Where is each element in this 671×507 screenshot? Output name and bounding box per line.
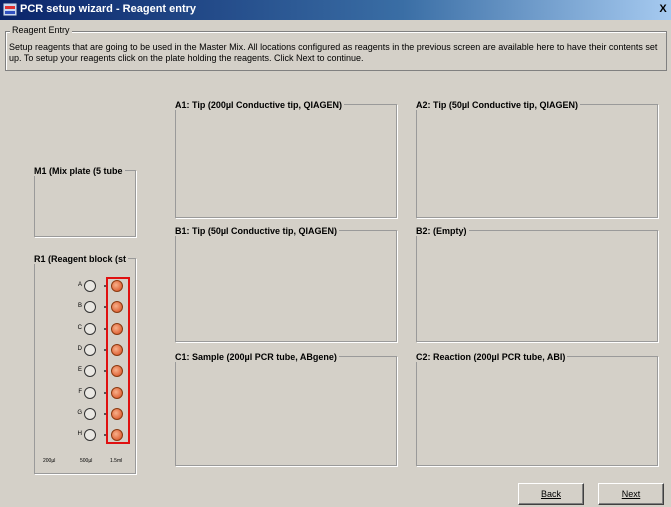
b1-panel[interactable]: B1: Tip (50µl Conductive tip, QIAGEN) bbox=[175, 226, 397, 342]
back-button-label: Back bbox=[540, 489, 561, 499]
well-g-1-5ml[interactable] bbox=[111, 407, 123, 420]
row-label-c: C bbox=[77, 324, 82, 331]
row-label-b: B bbox=[77, 303, 82, 310]
column-label: 500µl bbox=[80, 458, 93, 464]
well-d-500ul[interactable] bbox=[84, 343, 96, 356]
well-g-500ul[interactable] bbox=[84, 407, 96, 420]
row-label-g: G bbox=[77, 409, 82, 416]
close-icon[interactable]: X bbox=[656, 2, 670, 17]
c1-panel-label: C1: Sample (200µl PCR tube, ABgene) bbox=[175, 352, 339, 362]
b1-panel-label: B1: Tip (50µl Conductive tip, QIAGEN) bbox=[175, 226, 340, 236]
next-button-label: Next bbox=[621, 489, 641, 499]
r1-panel-label: R1 (Reagent block (st bbox=[34, 254, 129, 264]
well-marker bbox=[104, 391, 106, 394]
c1-panel[interactable]: C1: Sample (200µl PCR tube, ABgene) bbox=[175, 352, 397, 466]
window-title: PCR setup wizard - Reagent entry bbox=[20, 3, 197, 15]
well-marker bbox=[104, 327, 106, 330]
m1-panel[interactable]: M1 (Mix plate (5 tube bbox=[34, 166, 136, 237]
next-button[interactable]: Next bbox=[598, 483, 664, 505]
c2-panel-label: C2: Reaction (200µl PCR tube, ABI) bbox=[416, 352, 568, 362]
row-label-e: E bbox=[77, 367, 82, 374]
a2-panel[interactable]: A2: Tip (50µl Conductive tip, QIAGEN) bbox=[416, 100, 658, 218]
well-a-1-5ml[interactable] bbox=[111, 280, 123, 292]
row-label-d: D bbox=[77, 345, 82, 352]
well-marker bbox=[104, 434, 106, 437]
well-a-500ul[interactable] bbox=[84, 280, 96, 292]
b2-panel-label: B2: (Empty) bbox=[416, 226, 469, 236]
well-d-1-5ml[interactable] bbox=[111, 343, 123, 356]
title-bar[interactable]: PCR setup wizard - Reagent entry X bbox=[0, 0, 671, 20]
row-label-f: F bbox=[78, 388, 82, 395]
app-icon bbox=[3, 3, 17, 16]
c2-panel[interactable]: C2: Reaction (200µl PCR tube, ABI) bbox=[416, 352, 658, 466]
reagent-entry-group-title: Reagent Entry bbox=[10, 25, 72, 35]
well-h-500ul[interactable] bbox=[84, 429, 96, 442]
well-marker bbox=[104, 285, 106, 287]
b2-panel[interactable]: B2: (Empty) bbox=[416, 226, 658, 342]
column-label: 200µl bbox=[43, 458, 56, 464]
well-h-1-5ml[interactable] bbox=[111, 429, 123, 442]
a2-panel-label: A2: Tip (50µl Conductive tip, QIAGEN) bbox=[416, 100, 581, 110]
well-marker bbox=[104, 306, 106, 309]
well-marker bbox=[104, 348, 106, 351]
column-label: 1.5ml bbox=[110, 458, 123, 464]
back-button[interactable]: Back bbox=[518, 483, 584, 505]
row-label-a: A bbox=[77, 282, 82, 288]
well-f-500ul[interactable] bbox=[84, 386, 96, 399]
reagent-entry-description: Setup reagents that are going to be used… bbox=[9, 42, 658, 63]
a1-panel[interactable]: A1: Tip (200µl Conductive tip, QIAGEN) bbox=[175, 100, 397, 218]
well-f-1-5ml[interactable] bbox=[111, 386, 123, 399]
well-c-500ul[interactable] bbox=[84, 322, 96, 335]
a1-panel-label: A1: Tip (200µl Conductive tip, QIAGEN) bbox=[175, 100, 345, 110]
well-c-1-5ml[interactable] bbox=[111, 322, 123, 335]
well-marker bbox=[104, 412, 106, 415]
m1-panel-label: M1 (Mix plate (5 tube bbox=[34, 166, 125, 176]
row-label-h: H bbox=[77, 431, 82, 438]
well-marker bbox=[104, 370, 106, 373]
